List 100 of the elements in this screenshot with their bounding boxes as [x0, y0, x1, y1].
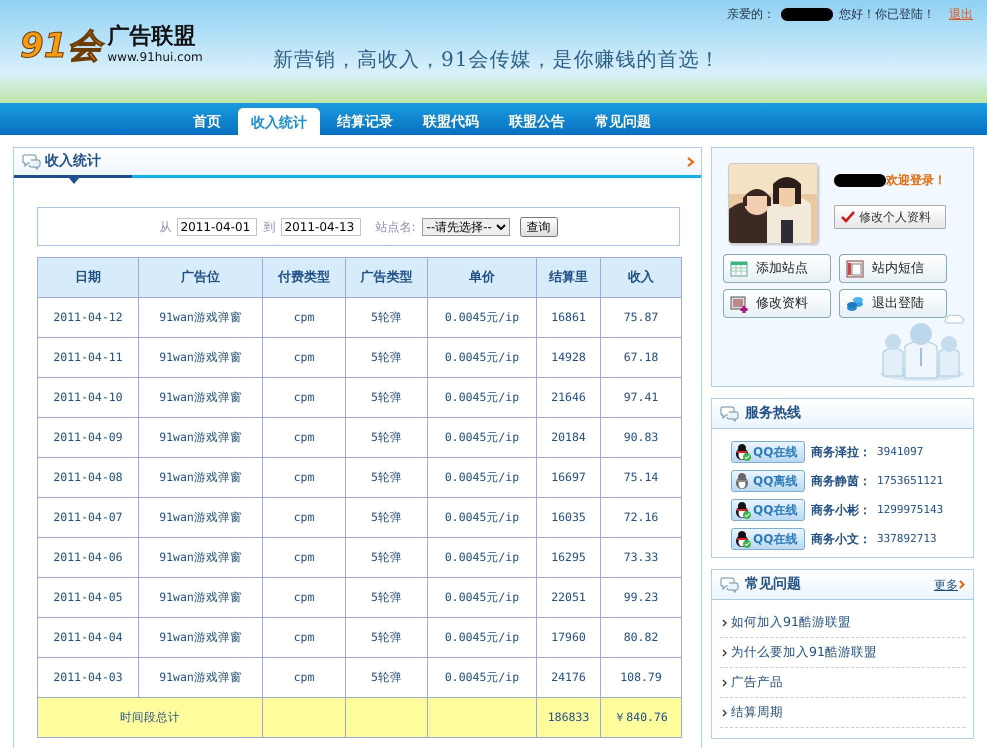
table-cell: 0.0045元/ip — [428, 298, 536, 338]
qq-number: 1753651121 — [877, 472, 944, 489]
table-cell: 16697 — [536, 458, 600, 498]
chat-icon — [22, 153, 41, 170]
site-dropdown[interactable]: --请先选择-- — [422, 218, 510, 236]
column-header: 结算里 — [536, 258, 600, 298]
table-cell: 2011-04-04 — [38, 618, 138, 658]
nav-tab[interactable]: 结算记录 — [324, 103, 406, 135]
qq-status-button[interactable]: QQ离线 — [731, 470, 805, 492]
coins-icon — [846, 294, 864, 312]
qq-status-button[interactable]: QQ在线 — [731, 441, 805, 463]
action-button[interactable]: 站内短信 — [839, 254, 947, 283]
date-field[interactable]: 2011-04-13 — [281, 218, 362, 236]
table-cell: 97.41 — [600, 378, 682, 418]
welcome-text: 欢迎登录！ — [886, 172, 946, 189]
grid-icon — [730, 260, 748, 278]
table-cell: 2011-04-09 — [38, 418, 138, 458]
contact-name: 商务小文： — [811, 531, 871, 548]
chevron-icon — [722, 648, 727, 656]
table-cell: 99.23 — [600, 578, 682, 618]
table-cell: 91wan游戏弹窗 — [138, 498, 262, 538]
table-cell: 75.87 — [600, 298, 682, 338]
total-label: 时间段总计 — [38, 698, 262, 738]
action-button[interactable]: 添加站点 — [723, 254, 831, 283]
table-cell: 91wan游戏弹窗 — [138, 298, 262, 338]
nav-tab[interactable]: 首页 — [180, 103, 234, 135]
panel-title: 服务热线 — [745, 404, 801, 423]
query-button[interactable]: 查询 — [520, 216, 558, 236]
table-cell: 5轮弹 — [346, 618, 428, 658]
table-cell: 5轮弹 — [346, 338, 428, 378]
chevron-icon — [959, 580, 965, 589]
date-field[interactable]: 2011-04-01 — [177, 218, 258, 236]
redaction-bar — [834, 174, 886, 186]
panel-title: 常见问题 — [745, 575, 801, 594]
total-cell: ￥840.76 — [600, 698, 682, 738]
table-cell: 16861 — [536, 298, 600, 338]
greeting-text: 您好！你已登陆！ — [839, 6, 935, 23]
more-link[interactable]: 更多 — [934, 576, 965, 594]
table-cell: 91wan游戏弹窗 — [138, 618, 262, 658]
logo-title: 广告联盟 — [107, 26, 196, 48]
table-cell: 75.14 — [600, 458, 682, 498]
table-cell: 16035 — [536, 498, 600, 538]
table-cell: cpm — [262, 338, 346, 378]
qq-number: 1299975143 — [877, 502, 944, 518]
faq-link[interactable]: 广告产品 — [731, 673, 783, 692]
table-cell: cpm — [262, 378, 346, 418]
table-cell: 0.0045元/ip — [428, 538, 536, 578]
document-icon — [846, 260, 864, 278]
table-cell: 5轮弹 — [346, 418, 428, 458]
table-cell: cpm — [262, 498, 346, 538]
faq-link[interactable]: 为什么要加入91酷游联盟 — [731, 643, 877, 662]
table-cell: 91wan游戏弹窗 — [138, 378, 262, 418]
table-cell: cpm — [262, 538, 346, 578]
table-cell: 22051 — [536, 578, 600, 618]
nav-tab[interactable]: 联盟代码 — [410, 103, 492, 135]
table-cell: 2011-04-07 — [38, 498, 138, 538]
table-cell: 91wan游戏弹窗 — [138, 458, 262, 498]
table-cell: 67.18 — [600, 338, 682, 378]
table-cell: 80.82 — [600, 618, 682, 658]
table-cell: 2011-04-12 — [38, 298, 138, 338]
table-cell: 5轮弹 — [346, 458, 428, 498]
column-header: 收入 — [600, 258, 682, 298]
table-cell: 91wan游戏弹窗 — [138, 338, 262, 378]
table-cell: cpm — [262, 418, 346, 458]
penguin-online-icon — [734, 443, 752, 461]
penguin-online-icon — [734, 501, 752, 519]
table-cell: cpm — [262, 298, 346, 338]
nav-tab[interactable]: 收入统计 — [238, 108, 320, 135]
table-cell: 5轮弹 — [346, 578, 428, 618]
table-cell: 2011-04-06 — [38, 538, 138, 578]
table-cell: 2011-04-10 — [38, 378, 138, 418]
panel-title: 收入统计 — [45, 152, 101, 171]
table-cell: 5轮弹 — [346, 498, 428, 538]
table-cell: 2011-04-11 — [38, 338, 138, 378]
table-cell: 0.0045元/ip — [428, 338, 536, 378]
qq-status-button[interactable]: QQ在线 — [731, 499, 805, 521]
chevron-icon — [722, 618, 727, 626]
field-label: 到 — [263, 218, 276, 236]
nav-tab[interactable]: 常见问题 — [582, 103, 664, 135]
table-cell: 17960 — [536, 618, 600, 658]
column-header: 日期 — [38, 258, 138, 298]
contact-name: 商务小彬： — [811, 502, 871, 519]
contact-name: 商务静茵： — [811, 473, 871, 490]
qq-status-button[interactable]: QQ在线 — [731, 528, 805, 550]
chat-icon — [720, 576, 739, 593]
table-cell: 5轮弹 — [346, 378, 428, 418]
action-button[interactable]: 修改资料 — [723, 289, 831, 318]
chat-icon — [720, 405, 739, 422]
field-label: 站点名: — [375, 218, 416, 236]
faq-link[interactable]: 如何加入91酷游联盟 — [731, 613, 851, 632]
action-button[interactable]: 退出登陆 — [839, 289, 947, 318]
field-label: 从 — [159, 218, 172, 236]
nav-tab[interactable]: 联盟公告 — [496, 103, 578, 135]
window-plus-icon — [730, 294, 748, 312]
slogan: 新营销，高收入，91会传媒，是你赚钱的首选！ — [273, 46, 720, 73]
edit-profile-button[interactable]: 修改个人资料 — [834, 205, 946, 229]
logo-url: www.91hui.com — [107, 49, 203, 66]
total-cell: 186833 — [536, 698, 600, 738]
faq-link[interactable]: 结算周期 — [731, 703, 783, 722]
chevron-icon — [722, 708, 727, 716]
